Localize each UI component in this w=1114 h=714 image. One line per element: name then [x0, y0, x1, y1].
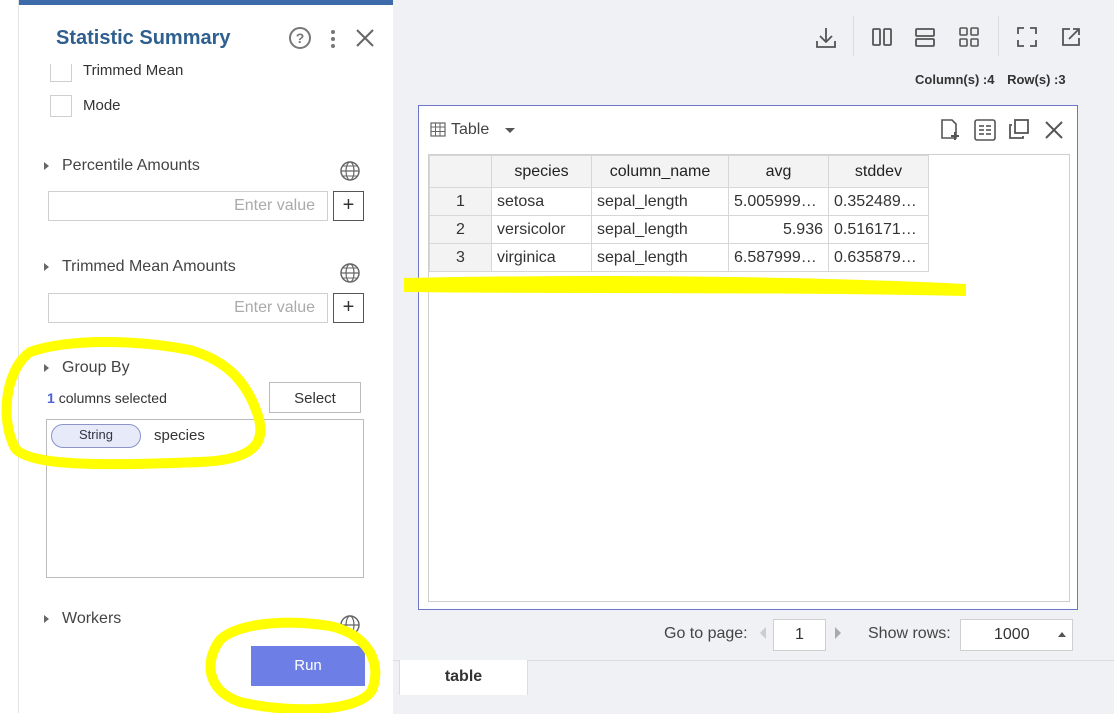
globe-icon[interactable]	[339, 160, 361, 182]
row-number-header	[429, 155, 492, 188]
row-number: 1	[429, 187, 492, 216]
table-cell[interactable]: 6.587999…	[728, 243, 829, 272]
column-header[interactable]: stddev	[828, 155, 929, 188]
copy-icon[interactable]	[1008, 118, 1030, 140]
panel-top-accent	[19, 0, 393, 5]
tab-table[interactable]: table	[399, 660, 528, 695]
open-external-icon[interactable]	[1060, 26, 1082, 48]
table-cell[interactable]: 5.936	[728, 215, 829, 244]
prev-page-icon[interactable]	[758, 626, 768, 640]
globe-icon[interactable]	[339, 614, 361, 636]
goto-page-label: Go to page:	[664, 625, 748, 642]
more-options-icon[interactable]	[326, 28, 340, 50]
table-cell[interactable]: sepal_length	[591, 215, 729, 244]
workers-caret-icon[interactable]	[44, 615, 49, 623]
trimmed-amounts-title[interactable]: Trimmed Mean Amounts	[62, 258, 236, 276]
new-sheet-icon[interactable]	[938, 118, 962, 142]
table-icon	[430, 122, 446, 137]
expand-icon[interactable]	[1016, 26, 1038, 48]
row-number: 2	[429, 215, 492, 244]
mode-label: Mode	[83, 97, 121, 114]
mode-checkbox[interactable]	[50, 95, 72, 117]
run-button[interactable]: Run	[251, 646, 365, 686]
view-type-label[interactable]: Table	[451, 121, 489, 139]
table-row: 1 setosa sepal_length 5.005999… 0.352489…	[429, 187, 929, 216]
rows-per-page-value: 1000	[994, 626, 1030, 643]
group-by-caret-icon[interactable]	[44, 364, 49, 372]
group-by-column-name: species	[154, 427, 205, 444]
grid-layout-icon[interactable]	[958, 26, 980, 48]
row-count: Row(s) :3	[1007, 72, 1066, 87]
toolbar-separator	[853, 16, 854, 56]
table-row: 3 virginica sepal_length 6.587999… 0.635…	[429, 243, 929, 272]
statistic-summary-panel	[18, 0, 394, 713]
toolbar-separator	[998, 16, 999, 56]
percentile-input[interactable]: Enter value	[48, 191, 328, 221]
panel-title: Statistic Summary	[56, 27, 231, 49]
group-by-count-suffix: columns selected	[58, 390, 167, 406]
table-header-row: species column_name avg stddev	[429, 155, 929, 188]
column-header[interactable]: species	[491, 155, 592, 188]
show-rows-label: Show rows:	[868, 625, 951, 642]
row-number: 3	[429, 243, 492, 272]
chevron-down-icon[interactable]	[504, 127, 516, 134]
close-table-icon[interactable]	[1044, 120, 1064, 140]
percentile-caret-icon[interactable]	[44, 162, 49, 170]
table-cell[interactable]: sepal_length	[591, 243, 729, 272]
table-cell[interactable]: 0.635879…	[828, 243, 929, 272]
trimmed-caret-icon[interactable]	[44, 263, 49, 271]
globe-icon[interactable]	[339, 262, 361, 284]
scroll-mask	[19, 55, 391, 64]
trimmed-amounts-input[interactable]: Enter value	[48, 293, 328, 323]
column-header[interactable]: avg	[728, 155, 829, 188]
table-cell[interactable]: 0.516171…	[828, 215, 929, 244]
next-page-icon[interactable]	[833, 626, 843, 640]
table-cell[interactable]: 0.352489…	[828, 187, 929, 216]
table-cell[interactable]: sepal_length	[591, 187, 729, 216]
percentile-title[interactable]: Percentile Amounts	[62, 157, 200, 175]
table-cell[interactable]: 5.005999…	[728, 187, 829, 216]
result-table: species column_name avg stddev 1 setosa …	[429, 155, 929, 272]
percentile-add-button[interactable]: +	[333, 191, 364, 221]
column-type-pill: String	[51, 424, 141, 448]
table-cell[interactable]: versicolor	[491, 215, 592, 244]
table-cell[interactable]: virginica	[491, 243, 592, 272]
table-cell[interactable]: setosa	[491, 187, 592, 216]
svg-text:?: ?	[296, 30, 305, 46]
trimmed-add-button[interactable]: +	[333, 293, 364, 323]
split-horizontal-icon[interactable]	[914, 26, 936, 48]
select-columns-button[interactable]: Select	[269, 382, 361, 413]
help-icon[interactable]: ?	[288, 26, 312, 50]
group-by-title[interactable]: Group By	[62, 359, 130, 377]
dimensions-info: Column(s) :4 Row(s) :3	[915, 72, 1066, 87]
page-number-input[interactable]: 1	[773, 619, 826, 651]
trimmed-mean-label: Trimmed Mean	[83, 62, 184, 79]
chevron-up-icon[interactable]	[1057, 631, 1067, 638]
workers-title[interactable]: Workers	[62, 610, 121, 628]
column-count: Column(s) :4	[915, 72, 995, 87]
group-by-count-number: 1	[47, 390, 55, 406]
download-icon[interactable]	[814, 26, 838, 50]
column-settings-icon[interactable]	[973, 118, 997, 142]
column-header[interactable]: column_name	[591, 155, 729, 188]
group-by-count: 1 columns selected	[47, 390, 167, 406]
table-row: 2 versicolor sepal_length 5.936 0.516171…	[429, 215, 929, 244]
split-vertical-icon[interactable]	[871, 26, 893, 48]
close-panel-icon[interactable]	[355, 28, 375, 48]
